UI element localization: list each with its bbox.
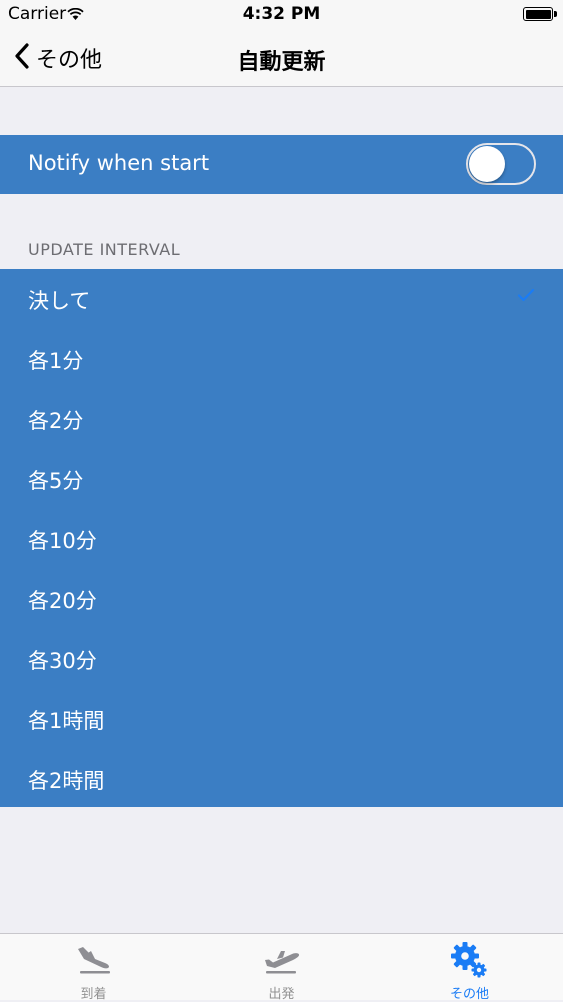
update-interval-header: UPDATE INTERVAL <box>28 240 181 259</box>
update-interval-list: 決して 各1分 各2分 各5分 各10分 各20分 各30分 各1時間 各2時間 <box>0 269 563 807</box>
interval-option-label: 各2分 <box>28 409 84 433</box>
tab-other[interactable]: その他 <box>376 934 563 1002</box>
interval-option-label: 決して <box>28 289 91 313</box>
tab-other-label: その他 <box>449 987 489 1002</box>
notify-when-start-toggle[interactable] <box>466 143 536 185</box>
checkmark-icon <box>517 287 535 306</box>
interval-option-5-min[interactable]: 各5分 <box>0 449 563 509</box>
notify-when-start-label: Notify when start <box>28 151 210 175</box>
interval-option-label: 各30分 <box>28 649 97 673</box>
interval-option-label: 各20分 <box>28 589 97 613</box>
interval-option-1-min[interactable]: 各1分 <box>0 329 563 389</box>
tab-bar: 到着 出発 その他 <box>0 933 563 1002</box>
interval-option-10-min[interactable]: 各10分 <box>0 509 563 569</box>
interval-option-2-hour[interactable]: 各2時間 <box>0 749 563 809</box>
interval-option-label: 各1分 <box>28 349 84 373</box>
navigation-bar: その他 自動更新 <box>0 30 563 87</box>
tab-arrivals-label: 到着 <box>80 987 107 1002</box>
status-bar: Carrier 4:32 PM <box>0 0 563 30</box>
interval-option-never[interactable]: 決して <box>0 269 563 329</box>
departure-plane-icon <box>265 951 300 974</box>
interval-option-30-min[interactable]: 各30分 <box>0 629 563 689</box>
interval-option-label: 各10分 <box>28 529 97 553</box>
interval-option-label: 各5分 <box>28 469 84 493</box>
gears-icon <box>451 942 487 978</box>
interval-option-1-hour[interactable]: 各1時間 <box>0 689 563 749</box>
tab-departures-label: 出発 <box>268 987 295 1002</box>
page-title: 自動更新 <box>237 50 326 75</box>
status-time: 4:32 PM <box>242 4 321 24</box>
arrival-plane-icon <box>78 947 110 974</box>
interval-option-20-min[interactable]: 各20分 <box>0 569 563 629</box>
interval-option-2-min[interactable]: 各2分 <box>0 389 563 449</box>
interval-option-label: 各2時間 <box>28 769 105 793</box>
toggle-knob <box>469 146 505 182</box>
interval-option-label: 各1時間 <box>28 709 105 733</box>
tab-arrivals[interactable]: 到着 <box>0 934 187 1002</box>
tab-departures[interactable]: 出発 <box>188 934 375 1002</box>
notify-when-start-row: Notify when start <box>0 135 563 194</box>
battery-icon <box>523 7 557 21</box>
